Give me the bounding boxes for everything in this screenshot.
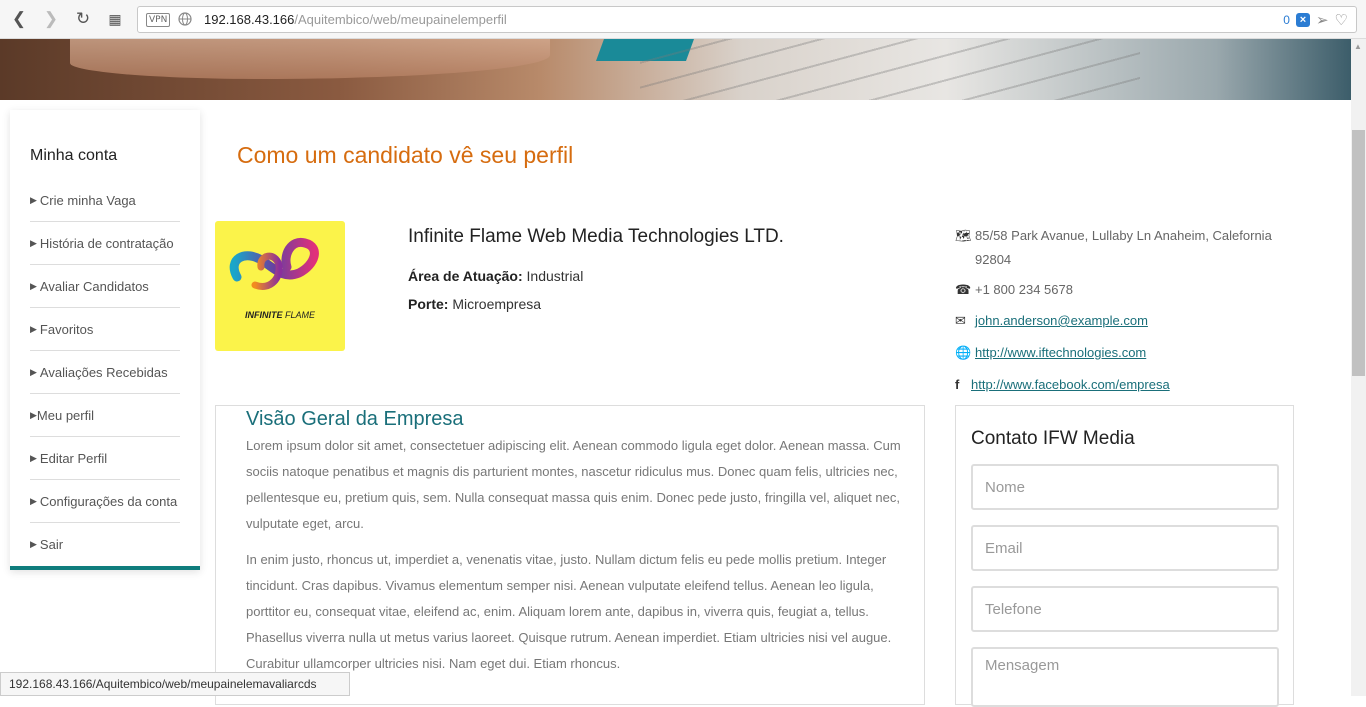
size-value: Microempresa (452, 296, 542, 312)
sidebar-item-label: Sair (39, 537, 64, 552)
size-label: Porte: (408, 296, 449, 312)
contact-address: 🗺 85/58 Park Avanue, Lullaby Ln Anaheim,… (955, 224, 1295, 272)
contact-form: Contato IFW Media Nome Email Telefone Me… (955, 405, 1294, 707)
reload-icon[interactable]: ↻ (72, 9, 94, 29)
envelope-icon: ✉ (955, 313, 966, 328)
globe-icon: 🌐 (955, 345, 972, 360)
phone-text: +1 800 234 5678 (975, 282, 1073, 297)
speed-dial-icon[interactable]: ▦ (104, 9, 126, 29)
email-link[interactable]: john.anderson@example.com (975, 313, 1148, 328)
sidebar-item-label: Avaliações Recebidas (39, 364, 168, 380)
sidebar-item-label: Editar Perfil (39, 450, 108, 466)
forward-icon[interactable]: ❯ (40, 9, 62, 29)
caret-right-icon: ▶ (30, 366, 37, 377)
tracker-count: 0 (1283, 13, 1290, 27)
logo-wordmark: INFINITE FLAME (215, 310, 345, 320)
sidebar-item-label: Avaliar Candidatos (39, 278, 149, 294)
hero-image (0, 39, 1351, 100)
heart-icon[interactable]: ♡ (1335, 11, 1348, 29)
company-size: Porte: Microempresa (408, 296, 541, 312)
phone-icon: ☎ (955, 282, 972, 297)
address-bar[interactable]: VPN 192.168.43.166/Aquitembico/web/meupa… (137, 6, 1357, 33)
contact-form-title: Contato IFW Media (971, 428, 1135, 449)
adblock-icon[interactable]: × (1295, 13, 1310, 27)
facebook-icon: f (955, 377, 960, 392)
scroll-up-icon[interactable]: ▲ (1354, 42, 1362, 51)
sidebar-item-label: História de contratação (39, 235, 174, 251)
vpn-badge[interactable]: VPN (146, 13, 171, 27)
caret-right-icon: ▶ (30, 323, 37, 334)
website-link[interactable]: http://www.iftechnologies.com (975, 345, 1146, 360)
area-value: Industrial (526, 268, 584, 284)
email-field[interactable]: Email (971, 525, 1279, 571)
area-label: Área de Atuação: (408, 268, 523, 284)
caret-right-icon: ▶ (30, 495, 37, 506)
facebook-link[interactable]: http://www.facebook.com/empresa (971, 377, 1170, 392)
sidebar-item-label: Favoritos (39, 321, 94, 337)
browser-toolbar: ❮ ❯ ↻ ▦ VPN 192.168.43.166/Aquitembico/w… (0, 0, 1366, 39)
globe-icon (178, 12, 192, 26)
back-icon[interactable]: ❮ (8, 9, 30, 29)
contact-facebook: f http://www.facebook.com/empresa (955, 377, 1170, 392)
address-bar-actions: 0 × ➢ ♡ (1283, 11, 1348, 29)
caret-right-icon: ▶ (30, 237, 37, 248)
send-icon[interactable]: ➢ (1316, 11, 1329, 29)
sidebar-item-editar[interactable]: ▶ Editar Perfil (30, 437, 180, 480)
hero-keyboard (640, 39, 1140, 100)
logo-brand-light: FLAME (285, 310, 316, 320)
sidebar-item-avaliacoes[interactable]: ▶ Avaliações Recebidas (30, 351, 180, 394)
logo-brand-bold: INFINITE (244, 310, 283, 320)
infinite-flame-logo-icon (229, 237, 319, 290)
sidebar-item-historia[interactable]: ▶ História de contratação (30, 222, 180, 265)
hero-hand (70, 39, 550, 79)
sidebar-item-avaliar[interactable]: ▶ Avaliar Candidatos (30, 265, 180, 308)
url-host: 192.168.43.166 (204, 12, 295, 27)
sidebar-item-configuracoes[interactable]: ▶ Configurações da conta (30, 480, 180, 523)
sidebar-item-label: Crie minha Vaga (39, 192, 136, 208)
url-path: /Aquitembico/web/meupainelemperfil (294, 12, 507, 27)
phone-field[interactable]: Telefone (971, 586, 1279, 632)
caret-right-icon: ▶ (30, 409, 37, 420)
sidebar-item-crie-vaga[interactable]: ▶ Crie minha Vaga (30, 179, 180, 222)
caret-right-icon: ▶ (30, 194, 37, 205)
contact-website: 🌐 http://www.iftechnologies.com (955, 345, 1146, 361)
company-area: Área de Atuação: Industrial (408, 268, 583, 284)
message-field[interactable]: Mensagem (971, 647, 1279, 707)
sidebar-item-label: Configurações da conta (39, 493, 178, 509)
overview-paragraph-1: Lorem ipsum dolor sit amet, consectetuer… (246, 438, 901, 531)
company-overview: Visão Geral da Empresa Lorem ipsum dolor… (215, 405, 925, 705)
sidebar-item-favoritos[interactable]: ▶ Favoritos (30, 308, 180, 351)
sidebar-title: Minha conta (30, 147, 118, 164)
company-name: Infinite Flame Web Media Technologies LT… (408, 226, 784, 247)
caret-right-icon: ▶ (30, 452, 37, 463)
contact-email: ✉ john.anderson@example.com (955, 313, 1148, 329)
overview-title: Visão Geral da Empresa (246, 408, 464, 430)
sidebar-item-sair[interactable]: ▶ Sair (30, 523, 180, 566)
sidebar-item-meu-perfil[interactable]: ▶ Meu perfil (30, 394, 180, 437)
address-text: 85/58 Park Avanue, Lullaby Ln Anaheim, C… (975, 228, 1272, 267)
status-bar-url: 192.168.43.166/Aquitembico/web/meupainel… (0, 672, 350, 696)
account-sidebar: Minha conta ▶ Crie minha Vaga ▶ História d… (10, 110, 200, 570)
page-title: Como um candidato vê seu perfil (237, 142, 574, 168)
sidebar-item-label: Meu perfil (36, 407, 94, 423)
map-icon: 🗺 (955, 228, 972, 243)
caret-right-icon: ▶ (30, 280, 37, 291)
name-field[interactable]: Nome (971, 464, 1279, 510)
url-text[interactable]: 192.168.43.166/Aquitembico/web/meupainel… (204, 12, 507, 27)
company-logo: INFINITE FLAME (215, 221, 345, 351)
caret-right-icon: ▶ (30, 539, 37, 549)
overview-paragraph-2: In enim justo, rhoncus ut, imperdiet a, … (246, 552, 892, 671)
scrollbar-thumb[interactable] (1352, 130, 1365, 376)
contact-phone: ☎ +1 800 234 5678 (955, 282, 1073, 298)
